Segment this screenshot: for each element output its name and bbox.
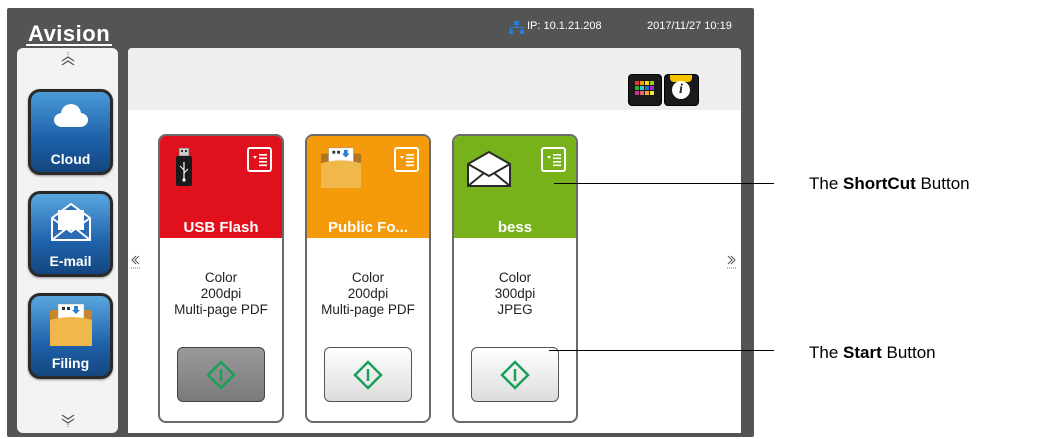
card-settings: Color 200dpi Multi-page PDF <box>307 270 429 318</box>
shortcut-button[interactable] <box>247 147 272 172</box>
setting-color: Color <box>351 270 385 285</box>
sidebar-item-email[interactable]: E-mail <box>28 191 113 277</box>
shortcut-callout-line <box>554 183 774 184</box>
setting-resolution: 200dpi <box>200 286 242 301</box>
callout-emphasis: Start <box>843 343 882 362</box>
callout-prefix: The <box>809 174 844 193</box>
shortcut-callout: The ShortCut Button <box>809 174 970 194</box>
info-button[interactable]: i <box>664 74 699 106</box>
shortcut-button[interactable] <box>394 147 419 172</box>
main-toolbar: i <box>128 48 741 110</box>
start-callout: The Start Button <box>809 343 936 363</box>
envelope-icon <box>467 150 511 187</box>
shortcut-card-public-folder[interactable]: Public Fo... Color 200dpi Multi-page PDF <box>305 134 431 423</box>
cloud-icon <box>54 104 88 127</box>
setting-resolution: 200dpi <box>347 286 389 301</box>
scanner-panel: Avision IP: 10.1.21.208 2017/11/27 10:19 <box>7 8 754 437</box>
setting-format: Multi-page PDF <box>321 302 415 317</box>
logo-underline <box>26 44 112 46</box>
sidebar-item-filing[interactable]: Filing <box>28 293 113 379</box>
page-prev-icon[interactable] <box>128 250 142 280</box>
start-icon <box>206 360 236 390</box>
start-callout-line <box>549 350 774 351</box>
color-grid-icon <box>635 81 654 95</box>
callout-suffix: Button <box>915 174 970 193</box>
shortcut-list-icon <box>400 154 414 167</box>
setting-format: Multi-page PDF <box>174 302 268 317</box>
shortcut-area: USB Flash Color 200dpi Multi-page PDF Pu… <box>128 110 741 433</box>
shortcut-list-icon <box>547 154 561 167</box>
cloud-tile: Cloud <box>31 92 110 172</box>
start-button[interactable] <box>471 347 559 402</box>
folder-icon <box>320 147 362 189</box>
setting-resolution: 300dpi <box>494 286 536 301</box>
shortcut-card-email[interactable]: bess Color 300dpi JPEG <box>452 134 578 423</box>
scroll-down-icon[interactable] <box>60 412 76 428</box>
callout-emphasis: ShortCut <box>843 174 916 193</box>
date-time: 2017/11/27 10:19 <box>647 20 732 32</box>
filing-tile: Filing <box>31 296 110 376</box>
setting-color: Color <box>204 270 238 285</box>
card-header: USB Flash <box>160 136 282 238</box>
start-icon <box>353 360 383 390</box>
usb-drive-icon <box>176 148 192 186</box>
shortcut-list-icon <box>253 154 267 167</box>
scroll-up-icon[interactable] <box>60 52 76 68</box>
card-header: bess <box>454 136 576 238</box>
status-bar: Avision IP: 10.1.21.208 2017/11/27 10:19 <box>7 8 754 48</box>
ip-address: IP: 10.1.21.208 <box>527 20 602 32</box>
start-icon <box>500 360 530 390</box>
callout-suffix: Button <box>881 343 936 362</box>
folder-icon <box>50 303 92 346</box>
main-area: i USB Flash Color 200dpi Multi-page PDF … <box>128 48 741 433</box>
start-button[interactable] <box>324 347 412 402</box>
sidebar-item-label: Cloud <box>50 151 91 167</box>
function-sidebar: Cloud E-mail Filing <box>17 48 118 433</box>
card-settings: Color 300dpi JPEG <box>454 270 576 318</box>
info-icon: i <box>672 81 690 99</box>
card-title: bess <box>497 219 533 236</box>
page-next-icon[interactable] <box>725 250 739 280</box>
callout-prefix: The <box>809 343 844 362</box>
envelope-icon <box>51 202 91 241</box>
card-settings: Color 200dpi Multi-page PDF <box>160 270 282 318</box>
color-grid-button[interactable] <box>628 74 662 106</box>
shortcut-card-usb[interactable]: USB Flash Color 200dpi Multi-page PDF <box>158 134 284 423</box>
card-title: Public Fo... <box>327 219 408 236</box>
email-tile: E-mail <box>31 194 110 274</box>
sidebar-item-label: E-mail <box>49 253 92 269</box>
setting-color: Color <box>498 270 532 285</box>
setting-format: JPEG <box>497 302 533 317</box>
network-icon <box>509 21 524 34</box>
shortcut-button[interactable] <box>541 147 566 172</box>
start-button[interactable] <box>177 347 265 402</box>
sidebar-item-label: Filing <box>51 355 90 371</box>
sidebar-item-cloud[interactable]: Cloud <box>28 89 113 175</box>
card-header: Public Fo... <box>307 136 429 238</box>
card-title: USB Flash <box>183 219 259 236</box>
